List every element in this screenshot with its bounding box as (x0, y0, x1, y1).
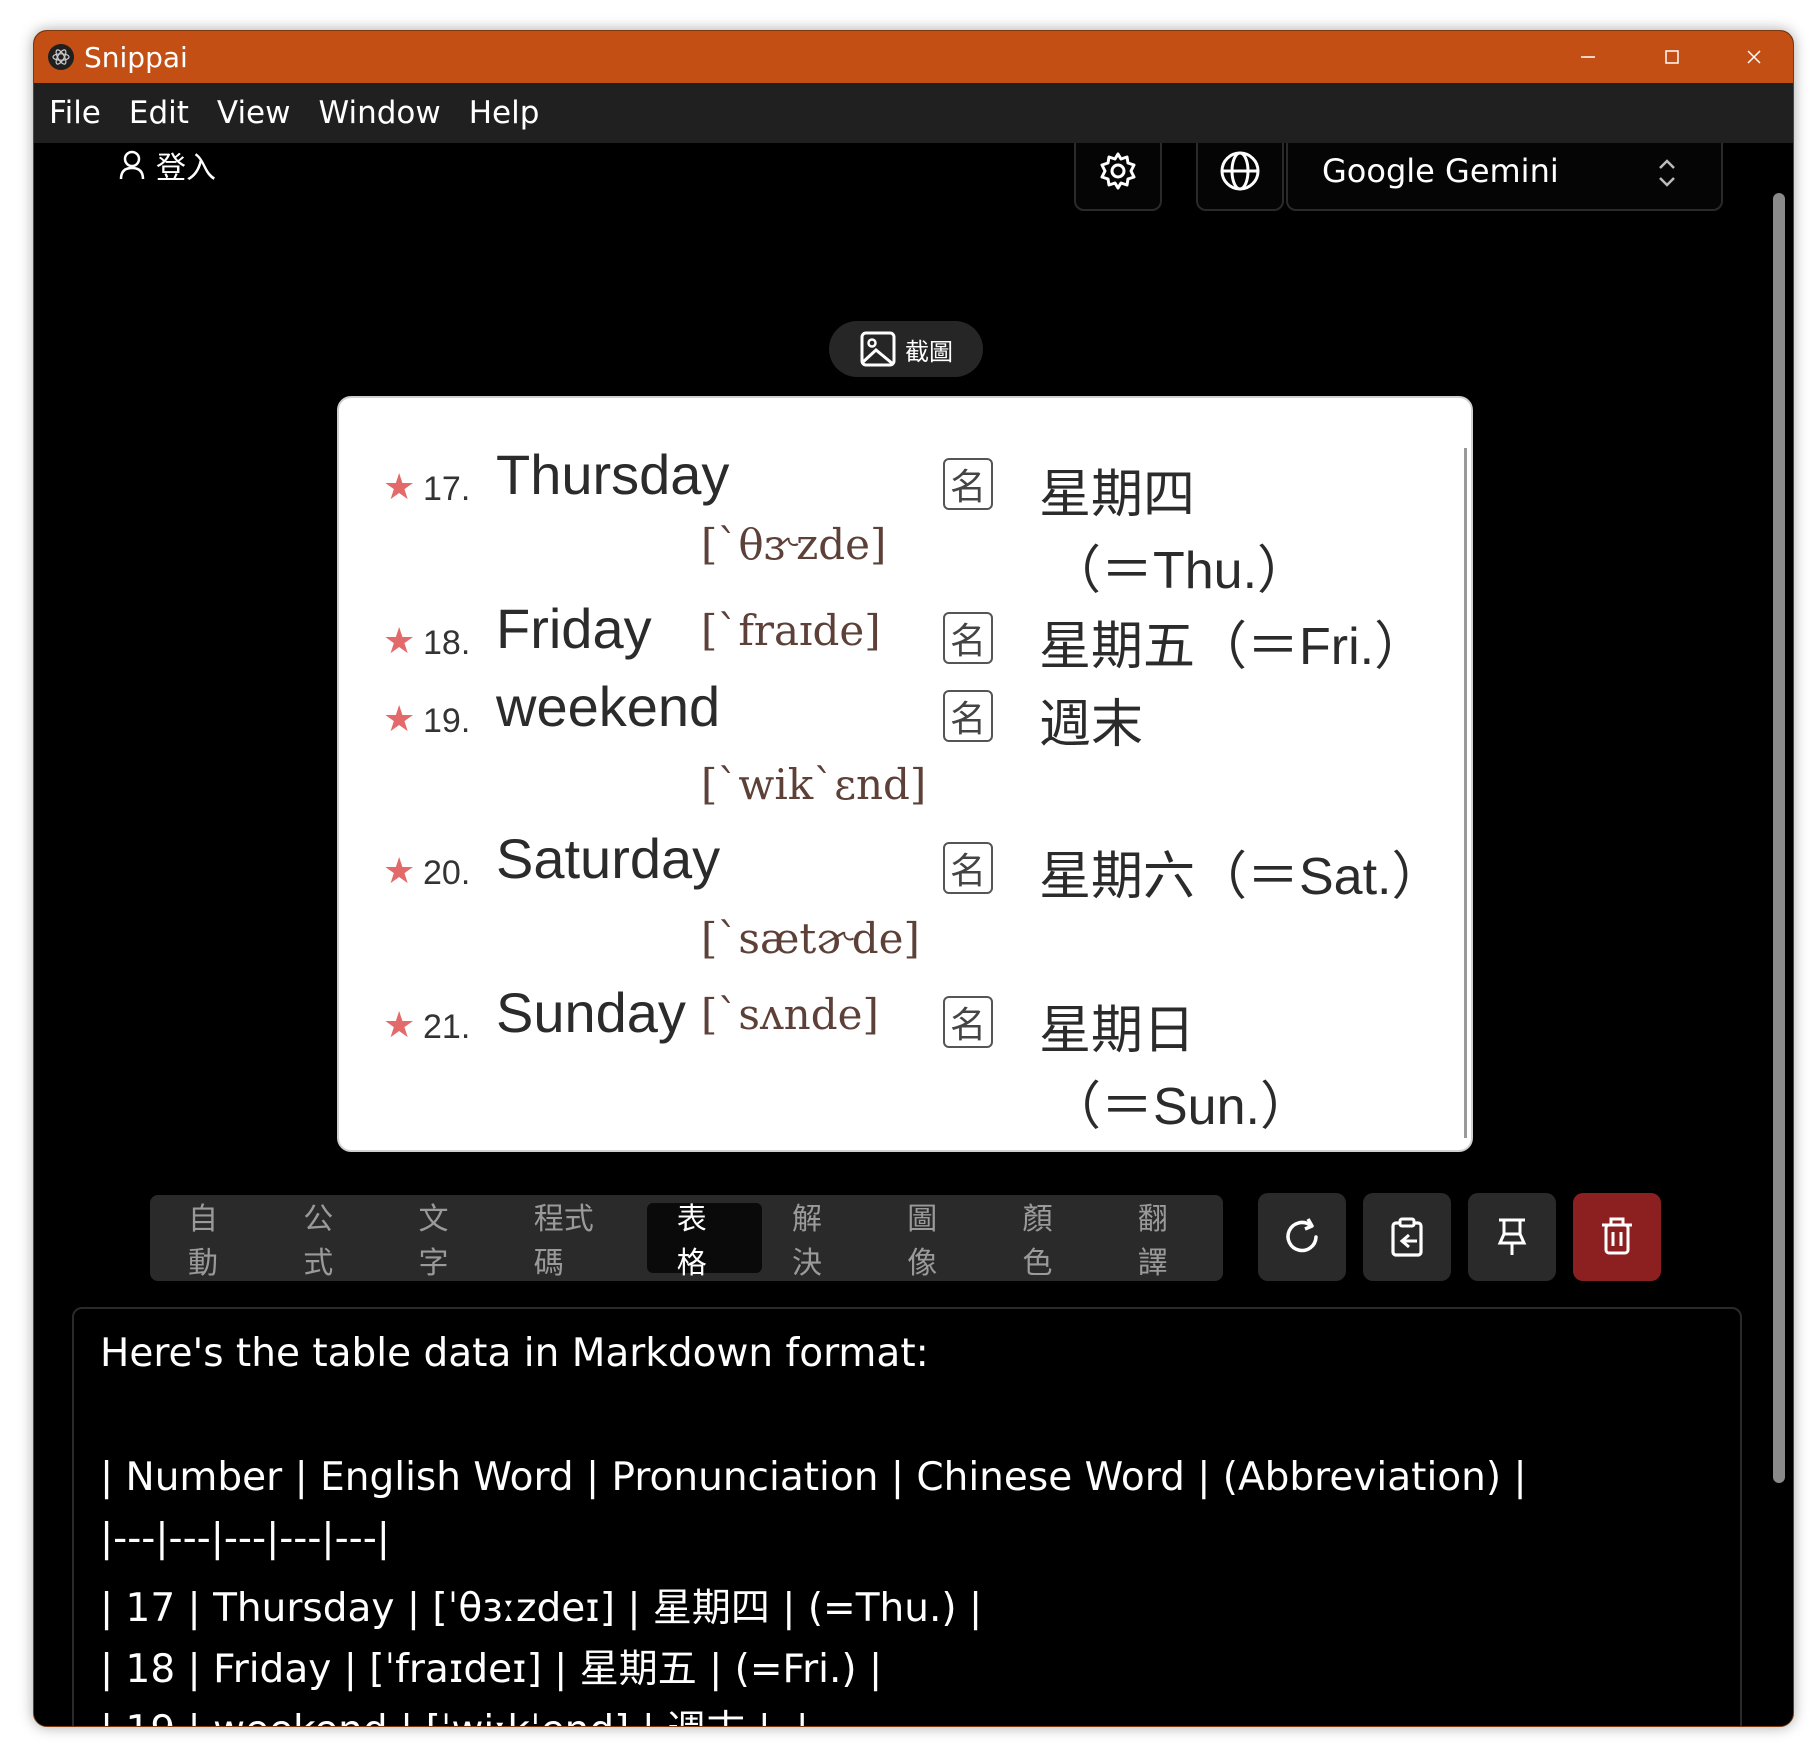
entry-abbreviation: （＝Thu.） (1049, 542, 1310, 600)
tab-solve[interactable]: 解決 (762, 1203, 877, 1280)
image-icon (860, 331, 896, 367)
main-content: 登入 Google Gemini 截圖 ★ 17. Thursday [ˋθɝz… (34, 143, 1793, 1726)
noun-tag: 名 (943, 996, 993, 1048)
menu-view[interactable]: View (217, 95, 291, 131)
tab-text[interactable]: 文字 (389, 1203, 504, 1280)
screenshot-button[interactable]: 截圖 (829, 321, 983, 377)
entry-word: Thursday (496, 443, 730, 506)
language-button[interactable] (1196, 143, 1284, 211)
output-line: Here's the table data in Markdown format… (100, 1331, 929, 1376)
entry-pronunciation: [ˋsætɚde] (701, 914, 920, 963)
entry-chinese: 星期五（＝Fri.） (1039, 618, 1427, 676)
noun-tag: 名 (943, 458, 993, 510)
tab-auto[interactable]: 自動 (158, 1203, 273, 1280)
entry-word: Saturday (496, 827, 721, 890)
globe-icon (1220, 151, 1260, 191)
trash-icon (1602, 1217, 1632, 1255)
delete-button[interactable] (1573, 1193, 1661, 1281)
entry-chinese: 星期六（＝Sat.） (1039, 848, 1444, 906)
menu-file[interactable]: File (49, 95, 101, 131)
entry-number: 21. (423, 1008, 471, 1046)
tab-color[interactable]: 顏色 (992, 1203, 1107, 1280)
entry-word: Friday (496, 597, 652, 660)
tab-code[interactable]: 程式碼 (504, 1203, 647, 1280)
screenshot-label: 截圖 (905, 338, 953, 366)
output-line: |---|---|---|---|---| (100, 1516, 390, 1561)
maximize-button[interactable] (1630, 31, 1714, 83)
app-window: Snippai File Edit View Window Help 登入 Go… (33, 30, 1794, 1727)
entry-number: 19. (423, 702, 471, 740)
captured-image-preview: ★ 17. Thursday [ˋθɝzde] 名 星期四 （＝Thu.） ★ … (337, 396, 1473, 1152)
noun-tag: 名 (943, 612, 993, 664)
menu-bar: File Edit View Window Help (34, 83, 1793, 143)
app-logo-icon (48, 44, 74, 70)
star-icon: ★ (383, 466, 416, 507)
refresh-icon (1286, 1218, 1318, 1253)
entry-chinese: 星期日 (1039, 1002, 1196, 1060)
entry-number: 18. (423, 624, 471, 662)
star-icon: ★ (383, 698, 416, 739)
tab-formula[interactable]: 公式 (273, 1203, 388, 1280)
noun-tag: 名 (943, 690, 993, 742)
entry-abbreviation: （＝Sun.） (1049, 1078, 1312, 1136)
preview-edge (1464, 448, 1467, 1138)
pin-icon (1497, 1218, 1527, 1255)
entry-number: 17. (423, 470, 471, 508)
pin-button[interactable] (1468, 1193, 1556, 1281)
copy-button[interactable] (1363, 1193, 1451, 1281)
provider-value: Google Gemini (1322, 152, 1559, 190)
menu-edit[interactable]: Edit (129, 95, 189, 131)
login-button[interactable]: 登入 (118, 143, 216, 187)
chevron-updown-icon (1659, 159, 1675, 187)
provider-select[interactable]: Google Gemini (1286, 143, 1723, 211)
noun-tag: 名 (943, 842, 993, 894)
window-title: Snippai (84, 40, 188, 74)
tab-translate[interactable]: 翻譯 (1108, 1203, 1223, 1280)
refresh-button[interactable] (1258, 1193, 1346, 1281)
result-output[interactable]: Here's the table data in Markdown format… (72, 1307, 1742, 1726)
minimize-button[interactable] (1546, 31, 1630, 83)
entry-chinese: 週末 (1039, 696, 1144, 754)
entry-word: Sunday (496, 981, 686, 1044)
star-icon: ★ (383, 850, 416, 891)
entry-number: 20. (423, 854, 471, 892)
output-line: | 19 | weekend | [ˈwiːkˈend] | 週末 | | (100, 1699, 809, 1726)
output-line: | 18 | Friday | [ˈfraɪdeɪ] | 星期五 | (=Fri… (100, 1647, 883, 1692)
star-icon: ★ (383, 620, 416, 661)
user-icon (119, 150, 145, 180)
gear-icon (1100, 152, 1136, 190)
entry-pronunciation: [ˋwikˋɛnd] (701, 760, 927, 809)
output-line: | Number | English Word | Pronunciation … (100, 1455, 1527, 1500)
menu-window[interactable]: Window (319, 95, 441, 131)
entry-chinese: 星期四 (1039, 466, 1196, 524)
star-icon: ★ (383, 1004, 416, 1045)
mode-tabs: 自動 公式 文字 程式碼 表格 解決 圖像 顏色 翻譯 (150, 1195, 1223, 1281)
entry-pronunciation: [ˋfraɪde] (701, 606, 881, 655)
entry-pronunciation: [ˋθɝzde] (701, 520, 887, 569)
title-bar: Snippai (34, 31, 1793, 83)
entry-word: weekend (496, 675, 721, 738)
close-button[interactable] (1712, 31, 1793, 83)
clipboard-icon (1391, 1217, 1423, 1257)
menu-help[interactable]: Help (469, 95, 540, 131)
tab-table[interactable]: 表格 (646, 1203, 762, 1280)
vertical-scrollbar[interactable] (1773, 193, 1785, 1483)
output-line: | 17 | Thursday | [ˈθɜːzdeɪ] | 星期四 | (=T… (100, 1586, 983, 1631)
settings-button[interactable] (1074, 143, 1162, 211)
tab-image[interactable]: 圖像 (877, 1203, 992, 1280)
login-label: 登入 (156, 151, 216, 186)
entry-pronunciation: [ˋsʌnde] (701, 990, 879, 1039)
